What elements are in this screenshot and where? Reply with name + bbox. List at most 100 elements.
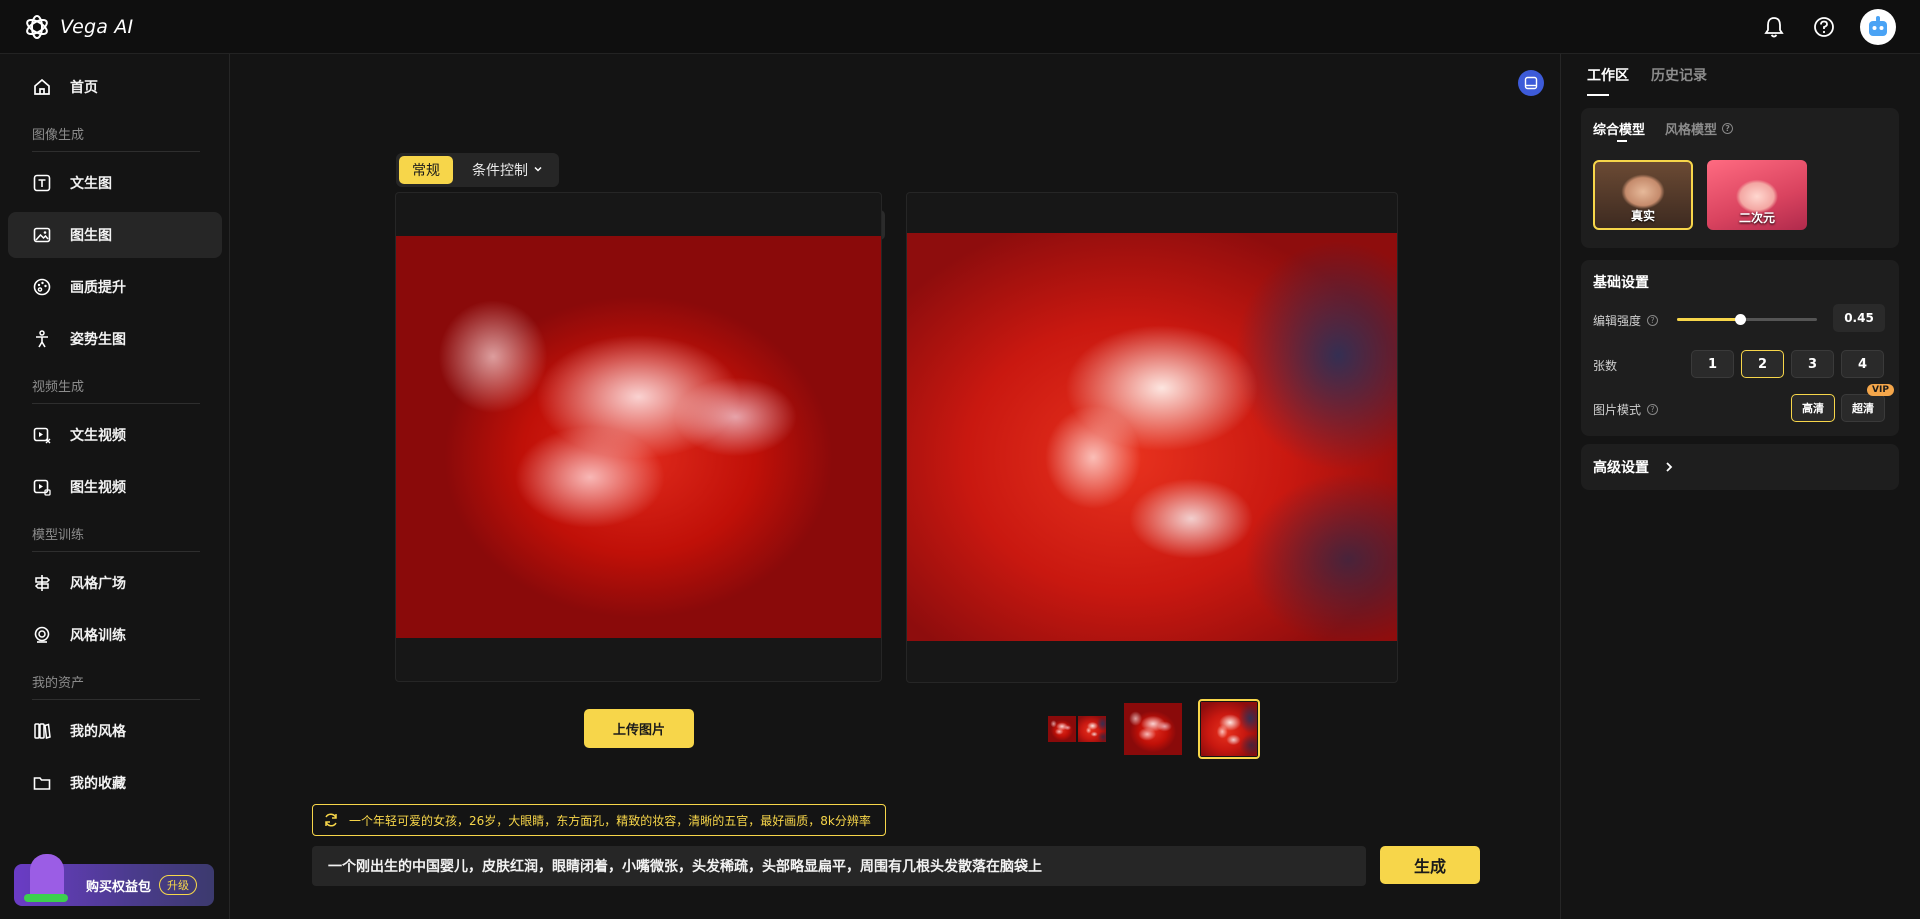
model-tab-indicator [1617,140,1627,142]
sidebar-group-title: 模型训练 [32,524,200,552]
upload-image-button[interactable]: 上传图片 [584,709,694,748]
mode-option-hd[interactable]: 高清 [1791,394,1835,422]
strength-label: 编辑强度 ? [1593,312,1659,329]
image-icon [33,227,51,243]
result-image-canvas[interactable] [906,192,1398,683]
avatar[interactable] [1860,8,1896,45]
model-card: 综合模型 风格模型 ? 真实 二次元 [1581,108,1899,248]
tab-general-model[interactable]: 综合模型 [1593,119,1645,138]
top-bar: Vega AI [0,0,1920,54]
sidebar-item-label: 我的风格 [70,724,126,740]
vip-badge: VIP [1867,384,1894,396]
sidebar-item-label: 风格广场 [70,576,126,592]
help-icon[interactable]: ? [1647,404,1659,415]
sidebar-item-image-to-image[interactable]: 图生图 [8,212,222,258]
sidebar-item-label: 图生视频 [70,480,126,496]
sidebar-item-label: 图生图 [70,228,112,244]
sidebar-item-label: 文生图 [70,176,112,192]
tab-normal[interactable]: 常规 [399,156,453,184]
active-tab-indicator [1587,94,1609,96]
result-image [907,233,1397,641]
palette-icon [33,278,51,296]
count-option-2[interactable]: 2 [1741,350,1784,378]
count-option-3[interactable]: 3 [1791,350,1834,378]
image-mode-label: 图片模式 ? [1593,401,1659,418]
help-icon[interactable]: ? [1647,315,1659,326]
sidebar-item-enhance[interactable]: 画质提升 [8,264,222,310]
refresh-icon [325,813,337,827]
chevron-down-icon [533,162,543,178]
sidebar-item-label: 风格训练 [70,628,126,644]
source-image-canvas[interactable] [395,192,882,682]
sidebar-item-label: 画质提升 [70,280,126,296]
bell-icon[interactable] [1760,13,1788,41]
tab-history[interactable]: 历史记录 [1651,65,1707,85]
sidebar-item-text-to-image[interactable]: 文生图 [8,160,222,206]
slider-fill [1677,318,1740,321]
mode-option-ultra-hd[interactable]: 超清 [1841,394,1885,422]
count-label: 张数 [1593,359,1618,373]
panel-toggle-icon[interactable] [1518,70,1544,96]
mode-switch: 常规 条件控制 [396,153,559,187]
video-text-icon [33,427,51,444]
home-icon [34,78,50,95]
sidebar-item-image-to-video[interactable]: 图生视频 [8,464,222,510]
text-icon [33,174,51,192]
sidebar-group-title: 图像生成 [32,124,200,152]
source-image [396,236,881,638]
sidebar-item-my-styles[interactable]: 我的风格 [8,708,222,754]
model-option-anime[interactable]: 二次元 [1707,160,1807,230]
vega-logo-icon [26,14,48,39]
video-image-icon [33,479,51,496]
sidebar-item-text-to-video[interactable]: 文生视频 [8,412,222,458]
sidebar: 首页 图像生成 文生图 图生图 画质提升 姿势生图 视频生成 文生视频 图生视频… [0,54,230,919]
app-logo[interactable]: Vega AI [24,14,133,40]
main-workspace: 常规 条件控制 UP HD 上传图片 [230,54,1560,919]
mascot-icon [24,854,68,902]
help-icon[interactable] [1810,13,1838,41]
model-option-realistic[interactable]: 真实 [1593,160,1693,230]
basic-settings-title: 基础设置 [1593,275,1649,291]
advanced-settings-toggle[interactable]: 高级设置 [1581,444,1899,490]
sidebar-item-label: 我的收藏 [70,776,126,792]
sidebar-group-title: 视频生成 [32,376,200,404]
upgrade-badge[interactable]: 升级 [159,875,198,895]
sidebar-item-label: 首页 [70,80,98,96]
sidebar-item-pose[interactable]: 姿势生图 [8,316,222,362]
settings-panel: 工作区 历史记录 综合模型 风格模型 ? 真实 二次元 基础设置 编辑强度 ? … [1560,54,1920,919]
sidebar-item-label: 姿势生图 [70,332,126,348]
help-icon[interactable]: ? [1722,123,1734,134]
basic-settings-card: 基础设置 编辑强度 ? 0.45 张数 1 2 3 4 图片模式 ? 高清 超清… [1581,260,1899,436]
chevron-right-icon [1666,462,1673,472]
sidebar-item-my-favorites[interactable]: 我的收藏 [8,760,222,806]
sidebar-item-style-training[interactable]: 风格训练 [8,612,222,658]
count-option-4[interactable]: 4 [1841,350,1884,378]
tab-condition-control[interactable]: 条件控制 [459,156,556,184]
tab-style-model[interactable]: 风格模型 ? [1665,119,1734,138]
tab-workspace[interactable]: 工作区 [1587,65,1629,85]
sidebar-item-label: 文生视频 [70,428,126,444]
prompt-input[interactable] [312,846,1366,886]
slider-handle[interactable] [1735,314,1746,325]
sidebar-group-title: 我的资产 [32,672,200,700]
promo-label: 购买权益包 [86,879,152,895]
suggestion-text: 一个年轻可爱的女孩，26岁，大眼睛，东方面孔，精致的妆容，清晰的五官，最好画质，… [349,813,871,828]
folder-icon [33,777,51,790]
thumbnail-grid-view[interactable] [1046,699,1108,759]
thumbnail-result-1[interactable] [1122,699,1184,759]
count-option-1[interactable]: 1 [1691,350,1734,378]
target-icon [34,626,50,643]
thumbnail-result-2[interactable] [1198,699,1260,759]
strength-slider[interactable] [1677,314,1817,325]
strength-value[interactable]: 0.45 [1833,304,1885,332]
sidebar-item-style-plaza[interactable]: 风格广场 [8,560,222,606]
robot-avatar-icon [1869,15,1887,36]
sidebar-item-home[interactable]: 首页 [8,64,222,110]
generate-button[interactable]: 生成 [1380,846,1480,884]
books-icon [34,723,51,739]
buy-benefits-banner[interactable]: 购买权益包 升级 [14,854,214,906]
pose-icon [36,330,48,348]
signpost-icon [34,575,51,591]
prompt-suggestion[interactable]: 一个年轻可爱的女孩，26岁，大眼睛，东方面孔，精致的妆容，清晰的五官，最好画质，… [312,804,886,836]
app-name: Vega AI [60,15,134,38]
